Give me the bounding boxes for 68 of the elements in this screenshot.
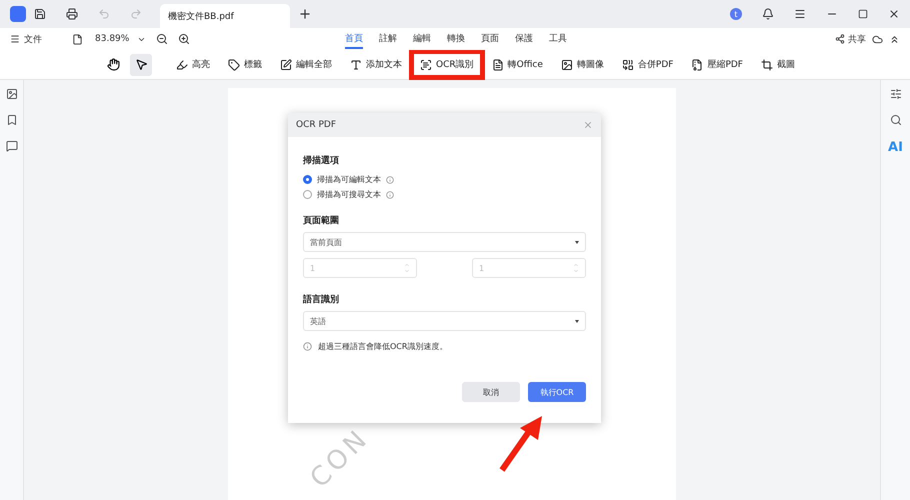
ribbon-tab[interactable]: 保護	[515, 30, 533, 48]
ribbon-tab[interactable]: 註解	[379, 30, 397, 48]
run-ocr-button[interactable]: 執行OCR	[528, 382, 586, 402]
dialog-title: OCR PDF	[296, 120, 336, 130]
radio-button[interactable]	[303, 190, 312, 199]
bookmark-icon[interactable]	[6, 114, 18, 126]
tag-icon	[228, 58, 240, 70]
zoom-in-icon[interactable]	[178, 33, 190, 45]
toolbar-button[interactable]: 編輯全部	[274, 54, 338, 75]
section-heading: 語言識別	[303, 293, 340, 306]
image-icon	[560, 58, 573, 70]
maximize-icon[interactable]	[858, 9, 868, 19]
page-range-select[interactable]: 當前頁面	[303, 232, 586, 252]
toolbar-button[interactable]: 合併PDF	[616, 54, 680, 75]
toolbar-button[interactable]: 截圖	[755, 54, 801, 75]
user-avatar[interactable]: t	[730, 8, 742, 20]
comment-icon[interactable]	[6, 140, 18, 152]
menu-icon[interactable]	[794, 8, 806, 20]
save-icon[interactable]	[34, 8, 46, 20]
compress-icon	[691, 58, 704, 70]
toolbar-button[interactable]: OCR識別	[414, 54, 480, 75]
app-logo-icon	[10, 6, 26, 22]
radio-button[interactable]	[303, 175, 312, 184]
highlighter-icon	[176, 58, 188, 70]
menu-icon[interactable]	[10, 34, 20, 44]
document-icon	[492, 58, 504, 70]
info-icon[interactable]	[386, 176, 394, 184]
document-tab[interactable]: 機密文件BB.pdf	[160, 4, 290, 28]
cloud-icon[interactable]	[872, 34, 883, 44]
pen-square-icon	[280, 58, 292, 70]
radio-label: 掃描為可搜尋文本	[317, 189, 381, 200]
file-menu[interactable]: 文件	[24, 32, 42, 46]
toolbar-button[interactable]: 高亮	[170, 54, 216, 75]
section-heading: 掃描選項	[303, 154, 340, 167]
scan-icon	[420, 58, 432, 70]
thumbnail-icon[interactable]	[6, 88, 18, 100]
ribbon-tab[interactable]: 編輯	[413, 30, 431, 48]
toolbar-button[interactable]: 添加文本	[344, 54, 408, 75]
info-icon	[303, 342, 312, 351]
page-icon	[72, 34, 83, 44]
share-icon[interactable]	[835, 34, 845, 44]
properties-icon[interactable]	[890, 88, 902, 100]
ribbon-tab[interactable]: 工具	[549, 30, 567, 48]
merge-icon	[622, 58, 634, 70]
toolbar-button[interactable]: 壓縮PDF	[685, 54, 749, 75]
zoom-out-icon[interactable]	[156, 33, 168, 45]
ribbon-tab[interactable]: 頁面	[481, 30, 499, 48]
language-select[interactable]: 英語	[303, 311, 586, 331]
note-text: 超過三種語言會降低OCR識別速度。	[318, 341, 448, 352]
zoom-level[interactable]: 83.89%	[95, 34, 130, 44]
text-box-icon	[350, 58, 362, 70]
toolbar-button[interactable]: 轉圖像	[554, 54, 610, 75]
share-button[interactable]: 共享	[848, 32, 866, 46]
toolbar-button[interactable]: 轉Office	[486, 54, 549, 75]
crop-icon	[761, 58, 773, 70]
info-icon[interactable]	[386, 190, 394, 198]
search-icon[interactable]	[890, 114, 902, 126]
toolbar-button[interactable]: 標籤	[222, 54, 268, 75]
cancel-button[interactable]: 取消	[462, 382, 520, 402]
cursor-tool-icon[interactable]	[130, 54, 152, 76]
new-tab-icon[interactable]	[298, 7, 312, 21]
close-icon[interactable]	[888, 8, 900, 20]
radio-label: 掃描為可編輯文本	[317, 174, 381, 185]
collapse-icon[interactable]	[889, 34, 900, 44]
bell-icon[interactable]	[762, 8, 774, 20]
print-icon[interactable]	[66, 8, 78, 20]
section-heading: 頁面範圍	[303, 214, 340, 227]
ribbon-tab[interactable]: 轉換	[447, 30, 465, 48]
